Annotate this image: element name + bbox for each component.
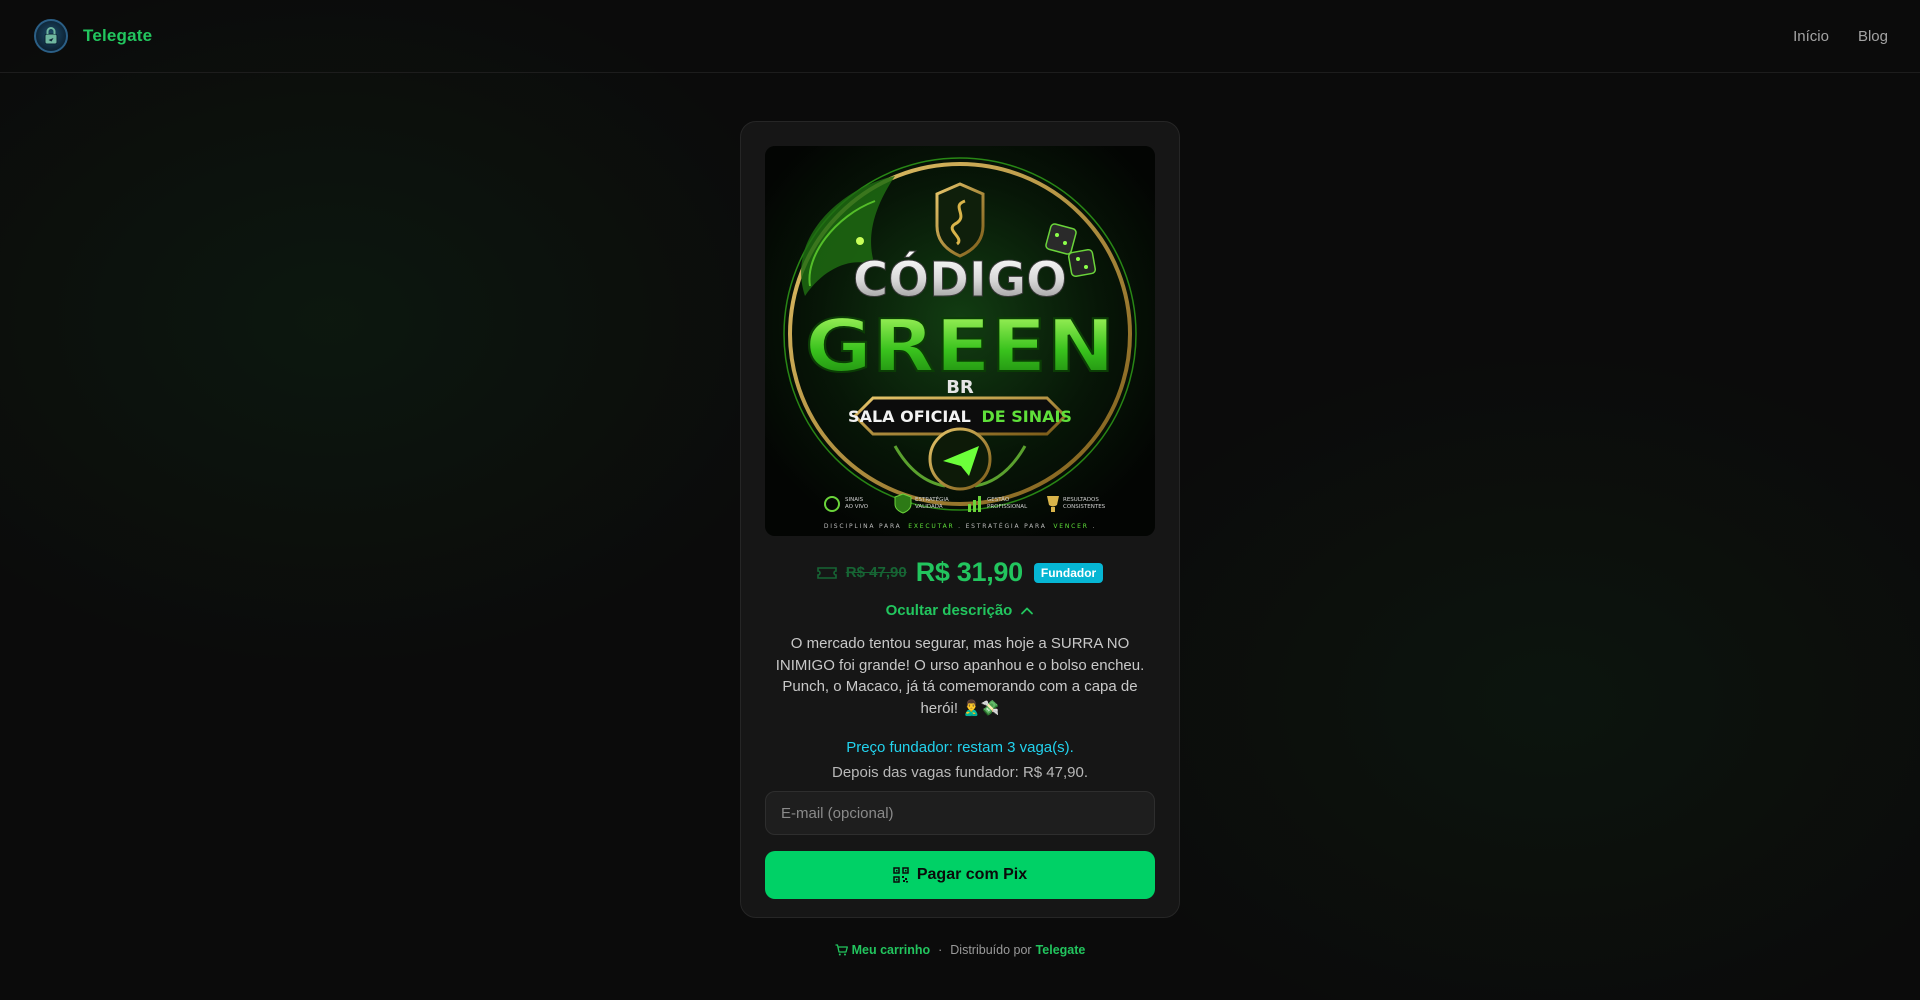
old-price: R$ 47,90 [845, 564, 907, 581]
cover-title-line1: CÓDIGO [853, 251, 1067, 308]
pay-with-pix-button[interactable]: Pagar com Pix [765, 851, 1155, 899]
cart-icon [835, 944, 848, 956]
cover-title-line2: GREEN [805, 304, 1115, 388]
nav-link-inicio[interactable]: Início [1793, 28, 1829, 45]
founder-badge: Fundador [1033, 562, 1104, 583]
footer-separator: · [938, 943, 943, 957]
svg-text:SINAIS: SINAIS [845, 497, 864, 503]
brand[interactable]: Telegate [34, 19, 152, 53]
product-cover-image: CÓDIGO GREEN BR SALA OFICIAL DE SINAIS S… [765, 146, 1155, 536]
svg-text:SALA OFICIAL DE SINAIS: SALA OFICIAL DE SINAIS [848, 407, 1072, 426]
svg-text:AO VIVO: AO VIVO [845, 504, 869, 510]
toggle-description-button[interactable]: Ocultar descrição [765, 602, 1155, 619]
svg-text:PROFISSIONAL: PROFISSIONAL [987, 504, 1028, 510]
svg-text:VALIDADA: VALIDADA [915, 504, 943, 510]
svg-text:GESTÃO: GESTÃO [987, 496, 1010, 503]
telegate-logo-icon [34, 19, 68, 53]
distributed-by-label: Distribuído por [950, 943, 1032, 957]
nav-link-blog[interactable]: Blog [1858, 28, 1888, 45]
brand-name: Telegate [83, 26, 153, 45]
footer-brand-link[interactable]: Telegate [1036, 943, 1086, 957]
cart-link[interactable]: Meu carrinho [835, 943, 931, 957]
top-nav: Início Blog [1793, 28, 1888, 45]
cover-banner-white: SALA OFICIAL [848, 407, 971, 426]
svg-text:CONSISTENTES: CONSISTENTES [1063, 504, 1106, 510]
pay-button-label: Pagar com Pix [916, 866, 1028, 883]
svg-text:RESULTADOS: RESULTADOS [1063, 497, 1099, 503]
cover-banner-green: DE SINAIS [981, 407, 1072, 426]
ticket-icon [816, 566, 837, 579]
chevron-up-icon [1021, 607, 1034, 614]
cover-tagline: DISCIPLINA PARA EXECUTAR . ESTRATÉGIA PA… [824, 522, 1096, 530]
email-field[interactable] [765, 791, 1155, 835]
price-row: R$ 47,90 R$ 31,90 Fundador [765, 557, 1155, 588]
svg-text:ESTRATÉGIA: ESTRATÉGIA [915, 495, 949, 503]
cover-title-line3: BR [946, 377, 974, 398]
toggle-description-label: Ocultar descrição [885, 602, 1013, 619]
footer: Meu carrinho · Distribuído por Telegate [0, 943, 1920, 957]
current-price: R$ 31,90 [915, 557, 1023, 587]
founder-price-note: Preço fundador: restam 3 vaga(s). [846, 739, 1074, 756]
cart-label: Meu carrinho [851, 943, 931, 957]
product-card: CÓDIGO GREEN BR SALA OFICIAL DE SINAIS S… [740, 121, 1180, 918]
product-description: O mercado tentou segurar, mas hoje a SUR… [775, 635, 1145, 717]
after-founder-note: Depois das vagas fundador: R$ 47,90. [831, 764, 1088, 781]
top-bar: Telegate Início Blog [0, 0, 1920, 73]
qr-code-icon [893, 867, 909, 883]
